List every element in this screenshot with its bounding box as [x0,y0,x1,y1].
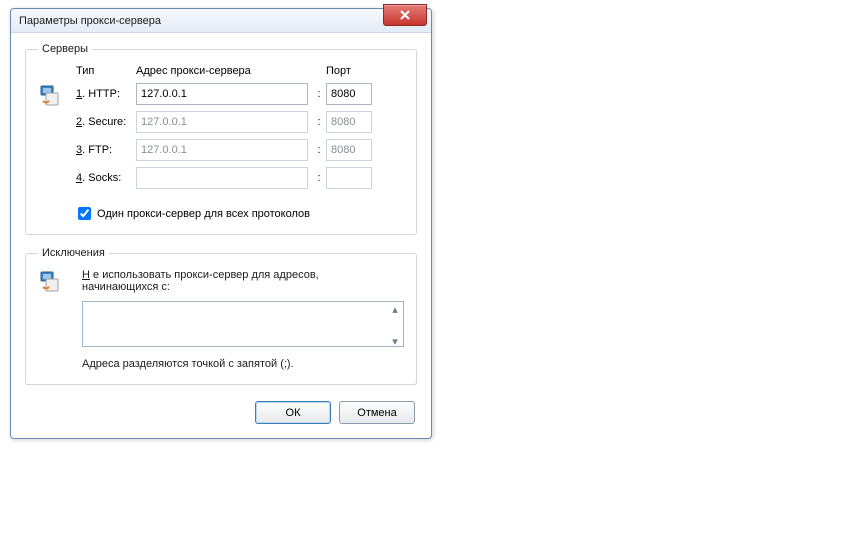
same-proxy-checkbox[interactable] [78,207,91,220]
row-label-http: 1. HTTP: [76,88,136,100]
socks-port-input [326,167,372,189]
row-label-ftp: 3. FTP: [76,144,136,156]
servers-group: Серверы Тип Адрес прокси-сервера Порт [25,43,417,235]
exceptions-label: ННе использовать прокси-сервер для адрес… [82,269,404,293]
header-type: Тип [76,65,136,77]
servers-legend: Серверы [38,43,92,55]
column-headers: Тип Адрес прокси-сервера Порт [38,65,404,77]
exceptions-legend: Исключения [38,247,109,259]
window-title: Параметры прокси-сервера [19,15,161,27]
secure-port-input [326,111,372,133]
row-label-secure: 2. Secure: [76,116,136,128]
header-address: Адрес прокси-сервера [136,65,312,77]
arrow-down-icon: ▾ [392,335,398,348]
colon: : [312,116,326,128]
exceptions-textarea[interactable] [82,301,404,347]
cancel-button[interactable]: Отмена [339,401,415,424]
header-port: Порт [326,65,374,77]
colon: : [312,88,326,100]
proxy-settings-window: Параметры прокси-сервера Серверы Тип Адр… [10,8,432,439]
http-port-input[interactable] [326,83,372,105]
close-icon [400,10,410,20]
titlebar: Параметры прокси-сервера [11,9,431,33]
ftp-address-input [136,139,308,161]
exceptions-icon [38,269,62,293]
ok-button[interactable]: ОК [255,401,331,424]
textarea-scroll-arrows[interactable]: ▴▾ [388,303,402,348]
server-icon [38,83,62,107]
colon: : [312,144,326,156]
exceptions-group: Исключения ННе использовать прокси-серве… [25,247,417,385]
secure-address-input [136,111,308,133]
colon: : [312,172,326,184]
arrow-up-icon: ▴ [392,303,398,316]
socks-address-input [136,167,308,189]
http-address-input[interactable] [136,83,308,105]
row-label-socks: 4. Socks: [76,172,136,184]
close-button[interactable] [383,4,427,26]
same-proxy-label: Один прокси-сервер для всех протоколов [97,208,310,220]
exceptions-hint: Адреса разделяются точкой с запятой (;). [82,358,404,370]
ftp-port-input [326,139,372,161]
